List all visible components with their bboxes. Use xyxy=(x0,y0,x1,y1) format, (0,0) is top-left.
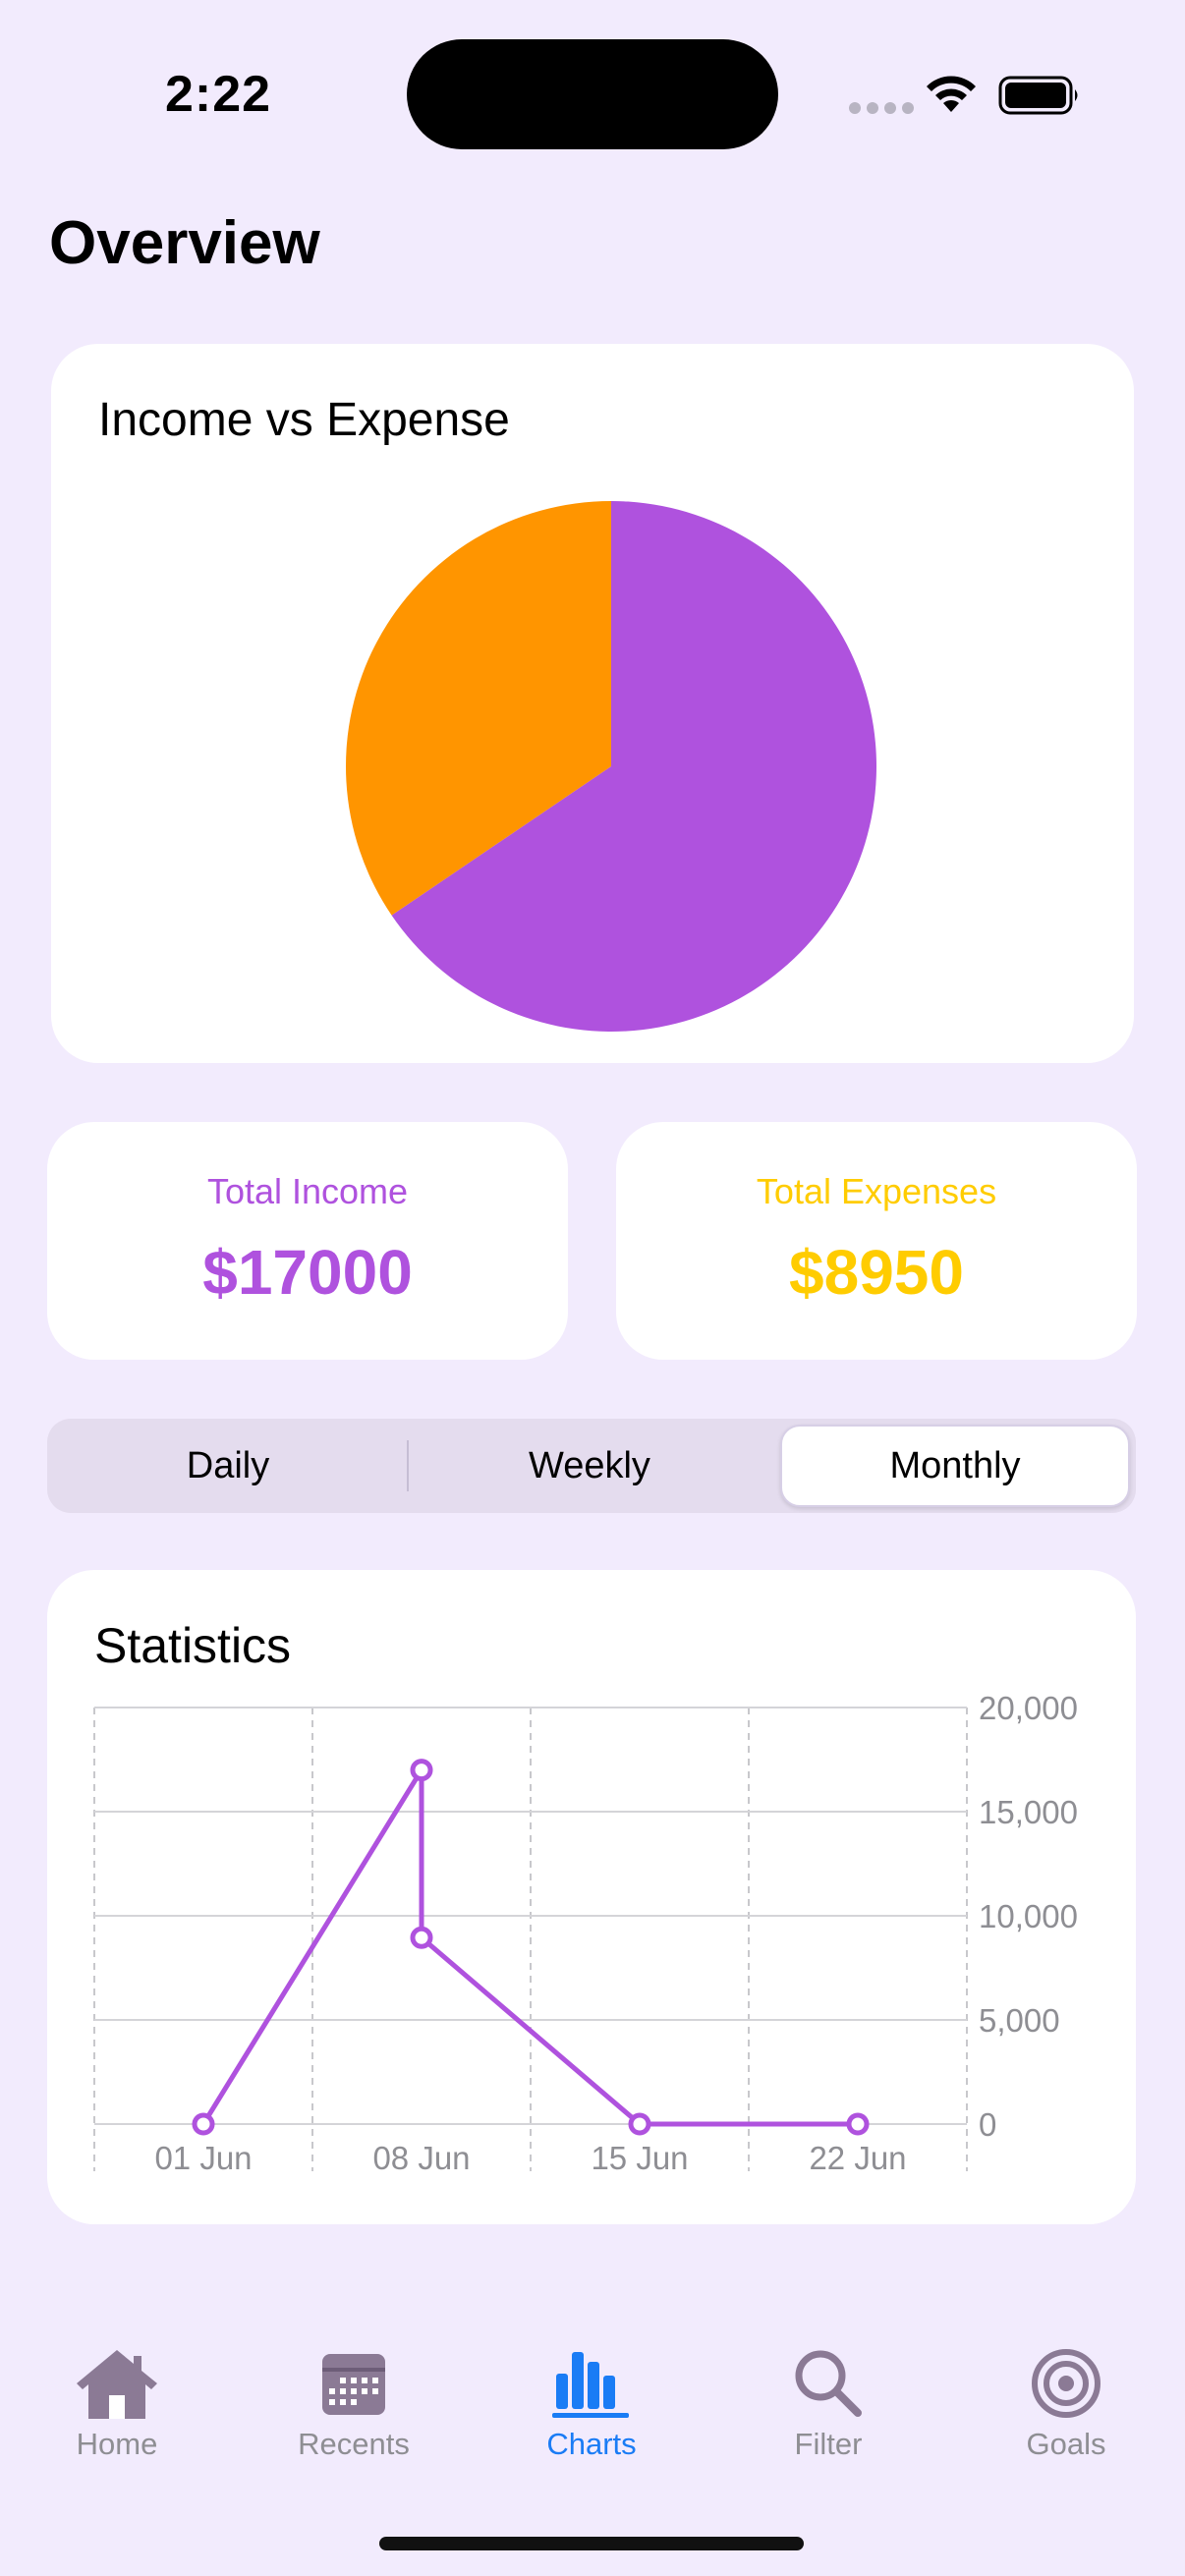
x-tick-label: 22 Jun xyxy=(809,2140,906,2176)
segment-weekly[interactable]: Weekly xyxy=(415,1425,764,1507)
data-point xyxy=(410,1759,433,1782)
tab-filter-label: Filter xyxy=(794,2427,863,2461)
total-income-card: Total Income $17000 xyxy=(47,1122,568,1360)
battery-icon xyxy=(998,76,1078,115)
tab-recents[interactable]: Recents xyxy=(255,2319,452,2462)
magnifying-glass-icon xyxy=(795,2350,862,2417)
x-tick-label: 01 Jun xyxy=(154,2140,252,2176)
data-point xyxy=(410,1926,433,1949)
total-expenses-value: $8950 xyxy=(789,1237,964,1308)
data-point xyxy=(192,2112,215,2136)
statistics-card: Statistics 20,000 15,000 10,000 5,000 0 01 Ju… xyxy=(47,1570,1136,2224)
y-tick-label: 10,000 xyxy=(979,1898,1078,1934)
tab-bar: Home Recents Charts Filter Goals xyxy=(0,2319,1185,2515)
wifi-icon xyxy=(927,76,976,112)
total-income-value: $17000 xyxy=(202,1237,413,1308)
status-time: 2:22 xyxy=(165,66,272,123)
y-tick-label: 20,000 xyxy=(979,1690,1078,1726)
tab-home-label: Home xyxy=(76,2427,158,2461)
segment-divider xyxy=(407,1440,409,1491)
bar-chart-icon xyxy=(552,2352,629,2418)
tab-charts-label: Charts xyxy=(546,2427,637,2461)
segment-monthly[interactable]: Monthly xyxy=(780,1425,1130,1507)
tab-home[interactable]: Home xyxy=(19,2319,215,2462)
tab-goals[interactable]: Goals xyxy=(968,2319,1164,2462)
dynamic-island xyxy=(407,39,778,149)
tab-goals-label: Goals xyxy=(1026,2427,1106,2461)
y-tick-label: 0 xyxy=(979,2106,996,2143)
pie-chart xyxy=(346,501,876,1032)
calendar-icon xyxy=(322,2354,385,2415)
y-tick-label: 15,000 xyxy=(979,1794,1078,1830)
cellular-signal-icon xyxy=(849,102,914,114)
statistics-line-chart: 20,000 15,000 10,000 5,000 0 01 Jun 08 Jun 15 J… xyxy=(93,1690,1078,2176)
data-point xyxy=(846,2112,870,2136)
tab-filter[interactable]: Filter xyxy=(730,2319,927,2462)
x-tick-label: 08 Jun xyxy=(372,2140,470,2176)
home-indicator xyxy=(379,2537,804,2550)
income-vs-expense-title: Income vs Expense xyxy=(98,394,510,446)
total-income-label: Total Income xyxy=(206,1171,409,1211)
period-segmented-control: Daily Weekly Monthly xyxy=(47,1419,1136,1513)
target-icon xyxy=(1032,2349,1100,2418)
data-point xyxy=(628,2112,651,2136)
page-title: Overview xyxy=(49,209,320,277)
income-vs-expense-card: Income vs Expense xyxy=(51,344,1134,1063)
total-expenses-card: Total Expenses $8950 xyxy=(616,1122,1137,1360)
tab-charts[interactable]: Charts xyxy=(493,2319,690,2462)
segment-daily[interactable]: Daily xyxy=(53,1425,403,1507)
x-tick-label: 15 Jun xyxy=(591,2140,688,2176)
total-expenses-label: Total Expenses xyxy=(756,1171,997,1211)
house-icon xyxy=(77,2350,157,2419)
tab-recents-label: Recents xyxy=(298,2427,410,2461)
y-tick-label: 5,000 xyxy=(979,2002,1060,2039)
